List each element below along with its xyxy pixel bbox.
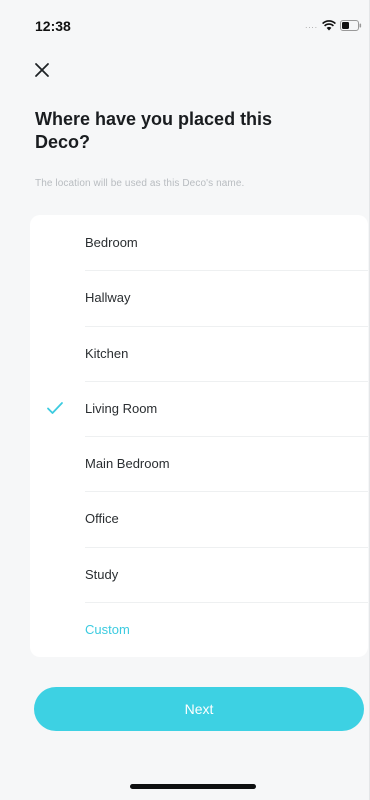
wifi-icon	[322, 20, 336, 31]
page-title: Where have you placed this Deco?	[35, 109, 273, 152]
location-label-custom: Custom	[85, 621, 130, 637]
check-icon	[47, 402, 63, 415]
home-indicator[interactable]	[130, 784, 256, 789]
location-item-main-bedroom[interactable]: Main Bedroom	[30, 436, 368, 491]
status-icons: ....	[305, 20, 362, 31]
location-label: Hallway	[85, 290, 131, 306]
battery-icon	[340, 20, 362, 31]
signal-icon: ....	[305, 20, 318, 30]
location-label: Study	[85, 566, 119, 582]
location-item-bedroom[interactable]: Bedroom	[30, 215, 368, 270]
close-icon	[35, 63, 49, 77]
location-label: Kitchen	[85, 345, 129, 361]
location-label: Office	[85, 511, 119, 527]
location-item-kitchen[interactable]: Kitchen	[30, 325, 368, 381]
status-time: 12:38	[35, 18, 71, 34]
location-item-custom[interactable]: Custom	[30, 601, 368, 657]
location-item-hallway[interactable]: Hallway	[30, 270, 368, 325]
status-bar: 12:38 ....	[0, 0, 369, 50]
location-item-office[interactable]: Office	[30, 491, 368, 546]
location-label: Main Bedroom	[85, 456, 170, 472]
location-label: Living Room	[85, 400, 158, 416]
location-list: Bedroom Hallway Kitchen Living Room Main…	[30, 215, 368, 657]
close-button[interactable]	[30, 58, 54, 82]
next-button[interactable]: Next	[34, 687, 364, 731]
location-item-study[interactable]: Study	[30, 546, 368, 602]
page-subtitle: The location will be used as this Deco's…	[35, 178, 245, 189]
location-label: Bedroom	[85, 235, 138, 251]
location-item-living-room[interactable]: Living Room	[30, 380, 368, 436]
screen: 12:38 .... Where have you placed this De…	[0, 0, 370, 800]
